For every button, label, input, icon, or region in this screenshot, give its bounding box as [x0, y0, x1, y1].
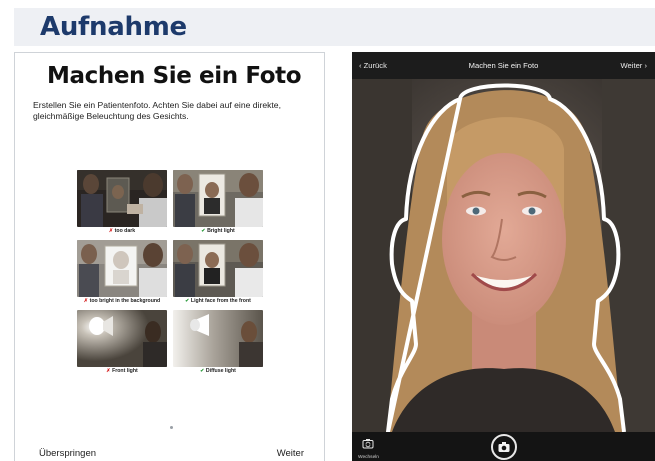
- camera-nav-bar: ‹ Zurück Machen Sie ein Foto Weiter ›: [352, 52, 655, 79]
- tip-caption: ✔ Diffuse light: [200, 368, 236, 374]
- instruction-screen: Machen Sie ein Foto Erstellen Sie ein Pa…: [14, 52, 325, 461]
- tip-light-face-front: ✔ Light face from the front: [173, 240, 263, 304]
- next-button[interactable]: Weiter: [277, 448, 304, 459]
- tip-front-light: ✗ Front light: [77, 310, 167, 374]
- viewfinder-image: [352, 79, 655, 434]
- camera-screen: ‹ Zurück Machen Sie ein Foto Weiter › We…: [352, 52, 655, 461]
- instruction-description: Erstellen Sie ein Patientenfoto. Achten …: [33, 100, 281, 121]
- switch-camera-label: Wechseln: [358, 455, 379, 460]
- tip-caption: ✗ Front light: [106, 368, 138, 374]
- chevron-right-icon: ›: [644, 61, 647, 70]
- camera-next-button[interactable]: Weiter ›: [621, 61, 647, 70]
- shutter-button[interactable]: [491, 434, 517, 460]
- tip-photo: [173, 170, 263, 227]
- camera-title: Machen Sie ein Foto: [468, 61, 539, 70]
- tip-photo: [77, 310, 167, 367]
- tip-caption: ✔ Light face from the front: [185, 298, 251, 304]
- tip-too-dark: ✗ too dark: [77, 170, 167, 234]
- tip-caption: ✗ too bright in the background: [83, 298, 161, 304]
- tip-too-bright-background: ✗ too bright in the background: [77, 240, 167, 304]
- skip-button[interactable]: Überspringen: [39, 448, 96, 459]
- camera-icon: [498, 442, 510, 452]
- camera-switch-icon: [362, 439, 374, 449]
- switch-camera-button[interactable]: Wechseln: [358, 436, 379, 460]
- page-title: Aufnahme: [40, 12, 187, 42]
- camera-toolbar: Wechseln: [352, 432, 655, 461]
- camera-next-label: Weiter: [620, 61, 643, 70]
- tip-photo: [173, 310, 263, 367]
- tip-photo: [77, 240, 167, 297]
- tip-caption: ✗ too dark: [108, 228, 136, 234]
- instruction-heading: Machen Sie ein Foto: [47, 63, 302, 89]
- tip-bright-light: ✔ Bright light: [173, 170, 263, 234]
- tip-photo: [77, 170, 167, 227]
- tip-photo: [173, 240, 263, 297]
- header-banner: Aufnahme: [14, 8, 655, 46]
- camera-viewfinder[interactable]: [352, 79, 655, 434]
- tip-diffuse-light: ✔ Diffuse light: [173, 310, 263, 374]
- tip-caption: ✔ Bright light: [201, 228, 235, 234]
- page-indicator: [170, 426, 173, 429]
